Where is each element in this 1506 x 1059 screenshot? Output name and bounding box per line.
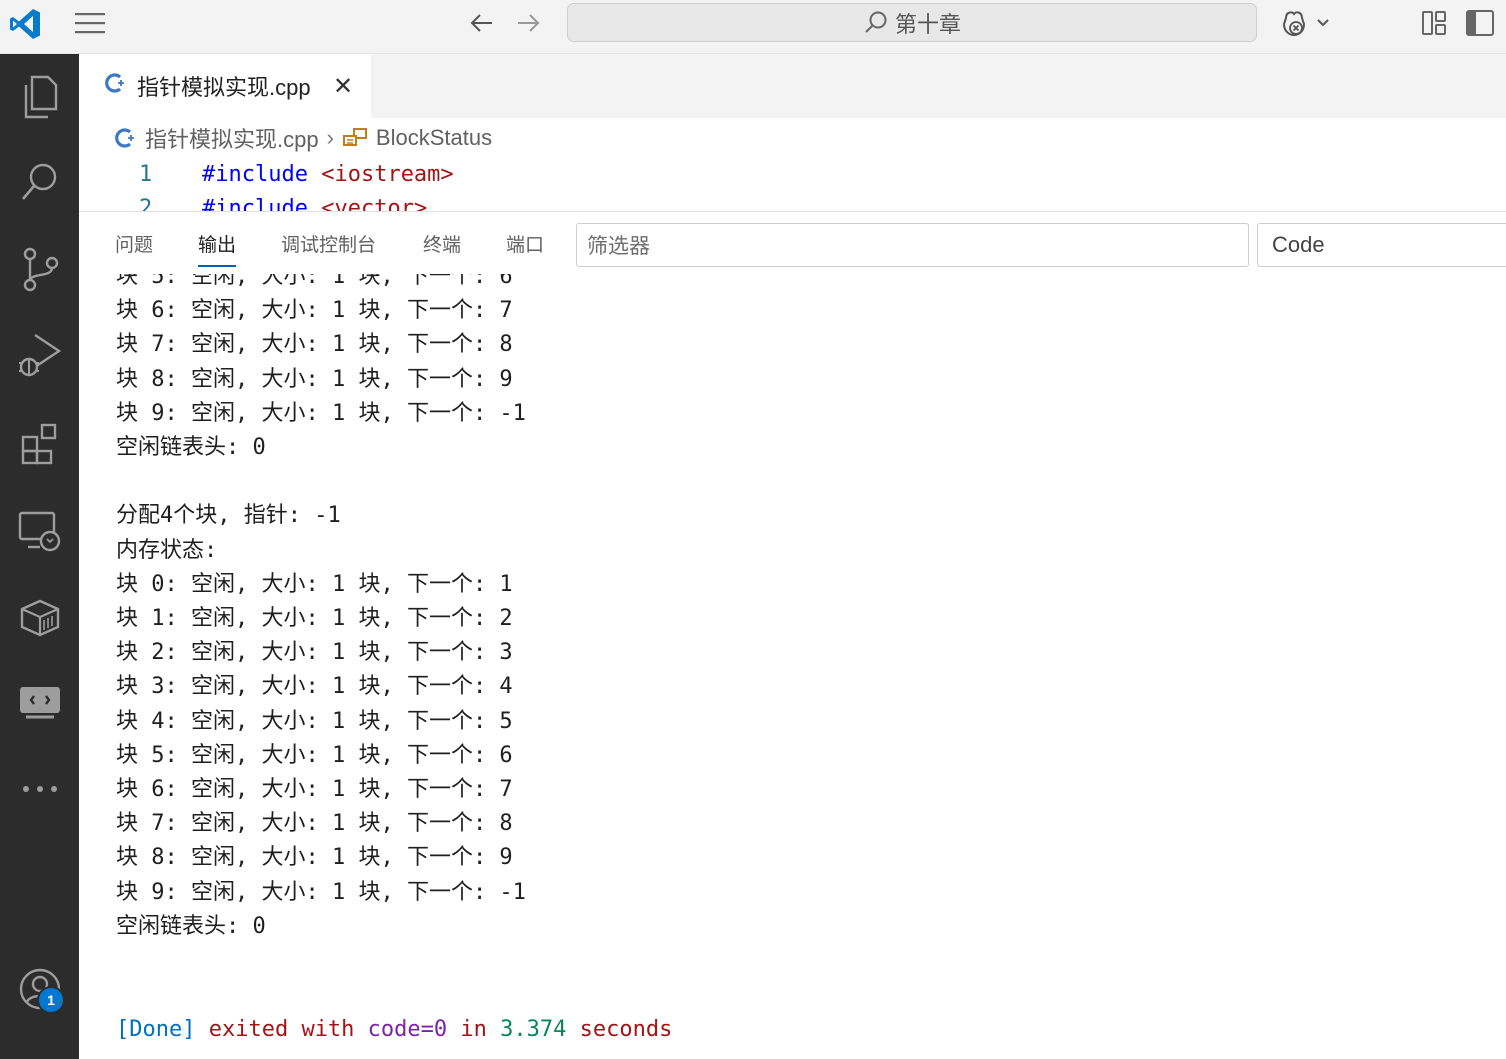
output-line: 块 9: 空闲, 大小: 1 块, 下一个: -1 [116, 400, 526, 426]
package-icon[interactable] [0, 582, 79, 652]
tab-label: 指针模拟实现.cpp [137, 75, 311, 100]
code-editor[interactable]: 1 #include <iostream> 2 #include <vector… [79, 158, 1506, 212]
done-exited-text: exited with [195, 1017, 368, 1043]
editor-tab[interactable]: 指针模拟实现.cpp ✕ [79, 54, 371, 118]
output-line: 块 2: 空闲, 大小: 1 块, 下一个: 3 [116, 640, 513, 666]
output-line: 块 7: 空闲, 大小: 1 块, 下一个: 8 [116, 332, 513, 358]
settings-gear-icon[interactable] [0, 1034, 79, 1059]
line-number: 1 [139, 161, 153, 187]
remote-window-icon[interactable] [0, 666, 79, 736]
account-badge: 1 [37, 986, 65, 1014]
account-icon[interactable] [0, 954, 79, 1024]
header-name: <vector> [321, 195, 428, 213]
tab-problems[interactable]: 问题 [115, 230, 153, 257]
vscode-logo-icon [10, 9, 40, 39]
arrow-left-icon[interactable] [466, 8, 498, 38]
breadcrumb: 指针模拟实现.cpp › BlockStatus [79, 118, 1506, 158]
done-in-text: in [447, 1017, 501, 1043]
output-line: 块 1: 空闲, 大小: 1 块, 下一个: 2 [116, 606, 513, 631]
output-line: 分配4个块, 指针: -1 [116, 503, 341, 529]
activity-bar: 1 [0, 54, 79, 1059]
seconds-unit: seconds [566, 1017, 673, 1043]
panel-tabs: 问题 输出 调试控制台 终端 端口 筛选器 Code [79, 212, 1506, 274]
run-debug-icon[interactable] [0, 320, 79, 390]
menu-icon[interactable] [72, 10, 108, 36]
search-icon[interactable] [0, 148, 79, 218]
bottom-panel: 块 5: 空闲, 大小: 1 块, 下一个: 6 块 6: 空闲, 大小: 1 块… [79, 211, 1506, 1059]
output-line: 块 6: 空闲, 大小: 1 块, 下一个: 7 [116, 777, 513, 802]
include-directive: #include <vector> [202, 196, 427, 213]
cpp-file-icon [115, 128, 134, 148]
output-line: 块 5: 空闲, 大小: 1 块, 下一个: 6 [116, 742, 513, 768]
output-line: 内存状态: [116, 537, 218, 563]
output-line: 块 8: 空闲, 大小: 1 块, 下一个: 9 [116, 845, 513, 871]
output-line: 块 4: 空闲, 大小: 1 块, 下一个: 5 [116, 708, 513, 734]
output-line: 空闲链表头: 0 [116, 435, 266, 460]
done-bracket: [Done] [116, 1017, 196, 1043]
struct-symbol-icon [342, 128, 367, 146]
toggle-sidebar-icon[interactable] [1462, 7, 1498, 39]
output-line: 块 7: 空闲, 大小: 1 块, 下一个: 8 [116, 811, 513, 837]
output-line: 块 0: 空闲, 大小: 1 块, 下一个: 1 [116, 571, 513, 597]
command-center-search[interactable]: 第十章 [567, 3, 1257, 42]
tab-terminal[interactable]: 终端 [423, 230, 461, 257]
code-line: 1 #include <iostream> [79, 158, 1506, 190]
extensions-icon[interactable] [0, 408, 79, 478]
output-channel-select[interactable]: Code [1257, 223, 1506, 267]
output-line: 块 8: 空闲, 大小: 1 块, 下一个: 9 [116, 366, 513, 392]
tab-debug-console[interactable]: 调试控制台 [281, 230, 376, 257]
header-name: <iostream> [321, 161, 454, 187]
filter-input[interactable]: 筛选器 [576, 223, 1249, 267]
copilot-icon[interactable] [1278, 6, 1334, 40]
editor-tab-bar: 指针模拟实现.cpp ✕ [79, 54, 1506, 118]
customize-layout-icon[interactable] [1418, 7, 1450, 39]
output-line: 空闲链表头: 0 [116, 913, 266, 939]
include-directive: #include <iostream> [202, 162, 454, 187]
cpp-file-icon [105, 72, 127, 100]
close-icon[interactable]: ✕ [333, 72, 353, 100]
explorer-icon[interactable] [0, 62, 79, 132]
search-label: 第十章 [894, 12, 961, 38]
arrow-right-icon[interactable] [512, 8, 544, 38]
directive-keyword: #include [202, 161, 322, 187]
output-line: 块 6: 空闲, 大小: 1 块, 下一个: 7 [116, 298, 513, 324]
exit-code: code=0 [367, 1017, 448, 1043]
directive-keyword: #include [202, 195, 322, 213]
tab-ports[interactable]: 端口 [506, 230, 544, 257]
line-number: 2 [139, 195, 153, 213]
done-status-line: [Done] exited with code=0 in 3.374 secon… [116, 1013, 672, 1047]
breadcrumb-file[interactable]: 指针模拟实现.cpp [145, 122, 319, 154]
elapsed-seconds: 3.374 [500, 1017, 567, 1043]
search-icon [865, 11, 887, 33]
output-line: 块 3: 空闲, 大小: 1 块, 下一个: 4 [116, 674, 513, 700]
title-bar: 第十章 [0, 0, 1506, 54]
chevron-right-icon: › [326, 125, 334, 150]
source-control-icon[interactable] [0, 234, 79, 304]
breadcrumb-symbol[interactable]: BlockStatus [376, 125, 492, 151]
code-line: 2 #include <vector> [79, 192, 1506, 213]
output-line: 块 9: 空闲, 大小: 1 块, 下一个: -1 [116, 879, 526, 905]
more-icon[interactable] [0, 754, 79, 824]
tab-output[interactable]: 输出 [198, 230, 237, 267]
remote-explorer-icon[interactable] [0, 496, 79, 566]
